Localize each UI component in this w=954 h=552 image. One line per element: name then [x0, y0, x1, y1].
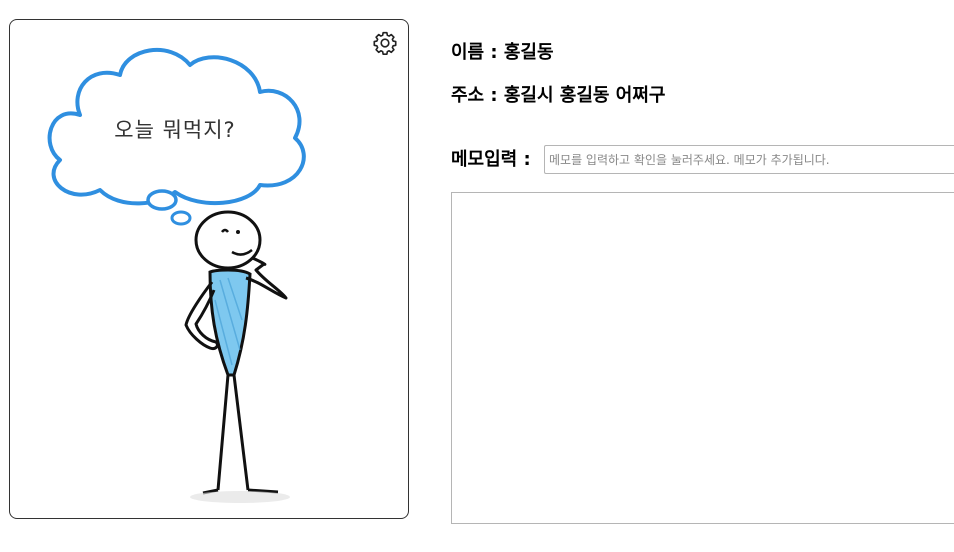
gear-icon [373, 31, 397, 55]
figure-arm-right [245, 256, 288, 300]
profile-illustration [47, 48, 306, 503]
memo-input[interactable] [544, 145, 954, 174]
memo-list [451, 192, 954, 524]
address-label: 주소 [451, 85, 485, 106]
memo-label-line: 메모입력 : [451, 149, 531, 170]
figure-head [194, 210, 262, 270]
address-line: 주소 : 홍길시 홍길동 어쩌구 [451, 85, 666, 106]
memo-label: 메모입력 [451, 149, 518, 170]
profile-card: 오늘 뭐먹지? [9, 19, 409, 519]
name-value: 홍길동 [503, 42, 554, 63]
address-value: 홍길시 홍길동 어쩌구 [503, 85, 666, 106]
settings-button[interactable] [372, 30, 398, 56]
thought-dot-small [170, 210, 192, 226]
name-label: 이름 [451, 42, 485, 63]
name-line: 이름 : 홍길동 [451, 42, 554, 63]
figure-legs [216, 374, 250, 491]
thought-dot-large [146, 189, 178, 211]
thought-bubble-text: 오늘 뭐먹지? [114, 118, 236, 142]
